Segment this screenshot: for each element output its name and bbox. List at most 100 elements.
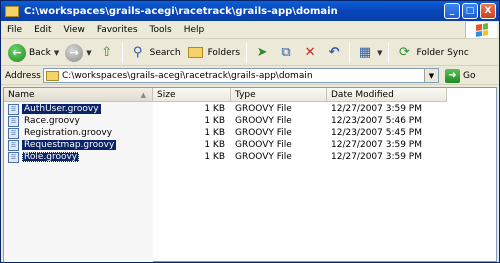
file-type: GROOVY File bbox=[235, 128, 292, 138]
file-name: Registration.groovy bbox=[24, 128, 113, 138]
up-folder-icon: ⇧ bbox=[101, 45, 113, 60]
forward-arrow-icon: → bbox=[65, 43, 84, 62]
menu-file[interactable]: File bbox=[1, 25, 28, 35]
file-name-cell: ☰ AuthUser.groovy bbox=[4, 103, 153, 115]
file-name-cell: ☰ Race.groovy bbox=[4, 115, 153, 127]
explorer-window: C:\workspaces\grails-acegi\racetrack\gra… bbox=[0, 0, 500, 263]
groovy-file-icon: ☰ bbox=[8, 139, 19, 151]
menu-bar: File Edit View Favorites Tools Help bbox=[1, 21, 499, 39]
column-header-size[interactable]: Size bbox=[153, 88, 231, 102]
back-button[interactable]: ← Back ▼ bbox=[5, 42, 62, 64]
menu-tools[interactable]: Tools bbox=[144, 25, 178, 35]
folders-button[interactable]: Folders bbox=[184, 42, 244, 64]
file-date: 12/27/2007 3:59 PM bbox=[331, 152, 422, 162]
menu-help[interactable]: Help bbox=[178, 25, 211, 35]
address-input[interactable]: C:\workspaces\grails-acegi\racetrack\gra… bbox=[43, 68, 439, 83]
go-label: Go bbox=[463, 70, 476, 81]
table-row[interactable]: ☰ Race.groovy 1 KB GROOVY File 12/23/200… bbox=[4, 115, 447, 127]
column-header-type-label: Type bbox=[235, 89, 256, 100]
views-dropdown-icon: ▼ bbox=[377, 48, 383, 57]
column-header-size-label: Size bbox=[157, 89, 176, 100]
file-list[interactable]: Name ▲ Size Type Date Modified ☰ AuthUse… bbox=[3, 87, 497, 262]
file-date: 12/23/2007 5:45 PM bbox=[331, 128, 422, 138]
column-header-name-label: Name bbox=[8, 89, 35, 100]
table-row[interactable]: ☰ Requestmap.groovy 1 KB GROOVY File 12/… bbox=[4, 139, 447, 151]
address-bar: Address C:\workspaces\grails-acegi\racet… bbox=[1, 67, 499, 85]
go-arrow-icon: ➜ bbox=[445, 68, 460, 83]
views-button[interactable]: ▦ ▼ bbox=[353, 42, 385, 64]
file-type: GROOVY File bbox=[235, 104, 292, 114]
close-button[interactable]: X bbox=[480, 3, 496, 19]
file-name: Role.groovy bbox=[22, 152, 80, 162]
file-size: 1 KB bbox=[204, 140, 225, 150]
forward-button[interactable]: → ▼ bbox=[62, 42, 94, 64]
views-icon: ▦ bbox=[358, 45, 372, 60]
menu-view[interactable]: View bbox=[58, 25, 91, 35]
copy-to-icon: ⧉ bbox=[281, 45, 291, 60]
search-label: Search bbox=[149, 47, 181, 58]
sort-ascending-icon: ▲ bbox=[140, 90, 146, 99]
delete-button[interactable]: ✕ bbox=[298, 42, 322, 64]
file-name: Requestmap.groovy bbox=[22, 140, 117, 150]
column-headers: Name ▲ Size Type Date Modified bbox=[4, 88, 447, 102]
file-size: 1 KB bbox=[204, 116, 225, 126]
window-controls: _ □ X bbox=[444, 3, 496, 19]
file-rows: ☰ AuthUser.groovy 1 KB GROOVY File 12/27… bbox=[4, 103, 447, 163]
back-arrow-icon: ← bbox=[8, 43, 26, 62]
move-to-button[interactable]: ➤ bbox=[250, 42, 274, 64]
file-type: GROOVY File bbox=[235, 152, 292, 162]
back-dropdown-icon[interactable]: ▼ bbox=[54, 49, 59, 57]
windows-logo-icon bbox=[465, 22, 497, 38]
file-size: 1 KB bbox=[204, 104, 225, 114]
column-header-date[interactable]: Date Modified bbox=[327, 88, 447, 102]
address-value: C:\workspaces\grails-acegi\racetrack\gra… bbox=[62, 70, 313, 81]
folder-icon bbox=[46, 70, 59, 81]
forward-dropdown-icon[interactable]: ▼ bbox=[86, 49, 91, 57]
column-header-type[interactable]: Type bbox=[231, 88, 327, 102]
back-label: Back bbox=[29, 47, 51, 58]
title-bar[interactable]: C:\workspaces\grails-acegi\racetrack\gra… bbox=[1, 1, 499, 21]
address-dropdown-icon[interactable]: ▼ bbox=[424, 69, 438, 82]
groovy-file-icon: ☰ bbox=[8, 127, 19, 139]
undo-icon: ↶ bbox=[328, 45, 340, 60]
file-name: Race.groovy bbox=[24, 116, 80, 126]
copy-to-button[interactable]: ⧉ bbox=[274, 42, 298, 64]
groovy-file-icon: ☰ bbox=[8, 151, 19, 163]
move-to-icon: ➤ bbox=[256, 45, 268, 60]
minimize-button[interactable]: _ bbox=[444, 3, 460, 19]
menu-favorites[interactable]: Favorites bbox=[91, 25, 144, 35]
toolbar-separator bbox=[246, 42, 248, 63]
file-size: 1 KB bbox=[204, 128, 225, 138]
table-row[interactable]: ☰ Registration.groovy 1 KB GROOVY File 1… bbox=[4, 127, 447, 139]
folder-icon bbox=[5, 5, 19, 17]
toolbar-separator bbox=[349, 42, 351, 63]
folder-sync-label: Folder Sync bbox=[416, 47, 469, 58]
address-label: Address bbox=[5, 70, 41, 81]
column-header-date-label: Date Modified bbox=[331, 89, 394, 100]
toolbar: ← Back ▼ → ▼ ⇧ ⚲ Search Folders ➤ ⧉ ✕ ↶ … bbox=[1, 40, 499, 66]
maximize-button[interactable]: □ bbox=[462, 3, 478, 19]
toolbar-separator bbox=[388, 42, 390, 63]
file-size: 1 KB bbox=[204, 152, 225, 162]
file-date: 12/23/2007 5:46 PM bbox=[331, 116, 422, 126]
table-row[interactable]: ☰ Role.groovy 1 KB GROOVY File 12/27/200… bbox=[4, 151, 447, 163]
delete-icon: ✕ bbox=[304, 45, 316, 60]
folders-label: Folders bbox=[207, 47, 241, 58]
groovy-file-icon: ☰ bbox=[8, 103, 19, 115]
folder-sync-button[interactable]: ⟳ Folder Sync bbox=[392, 42, 471, 64]
file-type: GROOVY File bbox=[235, 116, 292, 126]
search-icon: ⚲ bbox=[132, 45, 143, 60]
search-button[interactable]: ⚲ Search bbox=[126, 42, 184, 64]
up-folder-button[interactable]: ⇧ bbox=[95, 42, 119, 64]
file-name-cell: ☰ Requestmap.groovy bbox=[4, 139, 153, 151]
folder-sync-icon: ⟳ bbox=[399, 45, 410, 60]
file-name-cell: ☰ Registration.groovy bbox=[4, 127, 153, 139]
file-date: 12/27/2007 3:59 PM bbox=[331, 140, 422, 150]
table-row[interactable]: ☰ AuthUser.groovy 1 KB GROOVY File 12/27… bbox=[4, 103, 447, 115]
file-type: GROOVY File bbox=[235, 140, 292, 150]
menu-edit[interactable]: Edit bbox=[28, 25, 57, 35]
go-button[interactable]: ➜ Go bbox=[445, 68, 476, 83]
column-header-name[interactable]: Name ▲ bbox=[4, 88, 153, 102]
undo-button[interactable]: ↶ bbox=[322, 42, 346, 64]
file-date: 12/27/2007 3:59 PM bbox=[331, 104, 422, 114]
